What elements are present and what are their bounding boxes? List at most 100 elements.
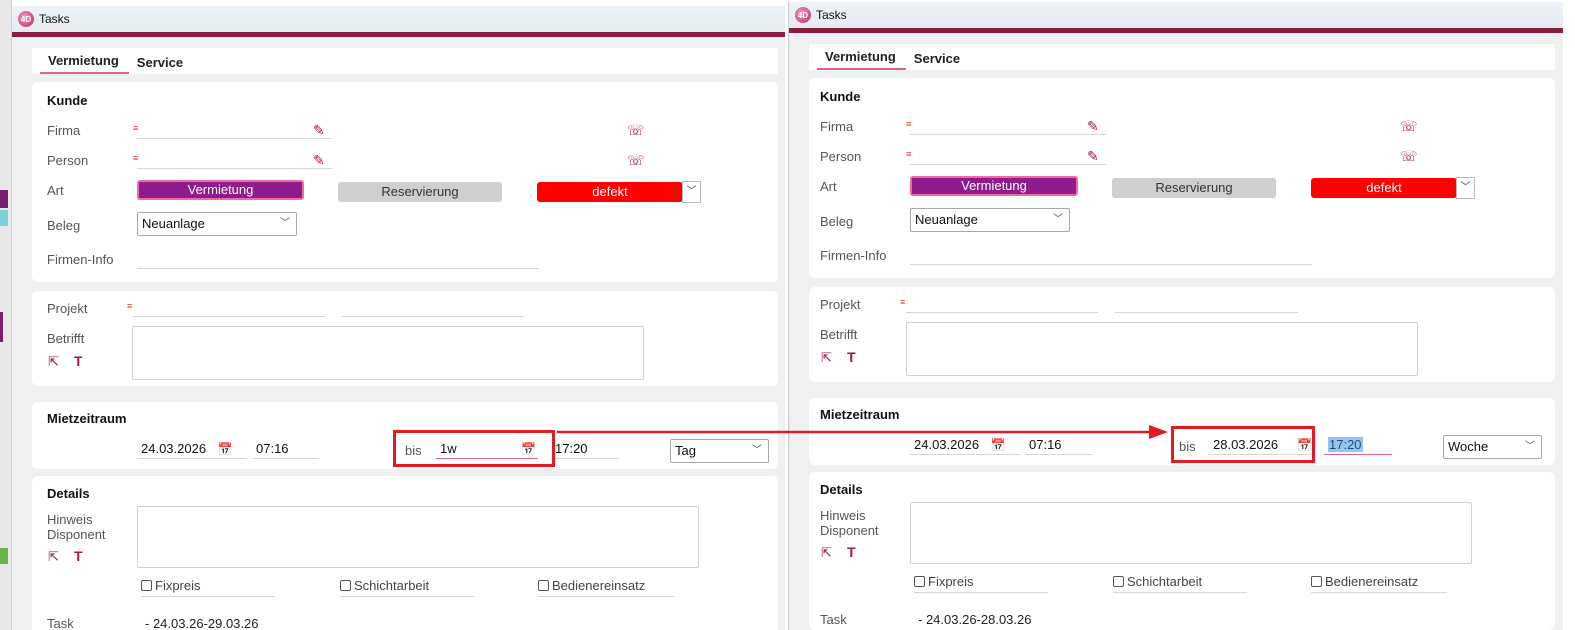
from-date-input[interactable]: 24.03.2026 📅 bbox=[137, 439, 247, 459]
fixpreis-label: Fixpreis bbox=[155, 578, 201, 593]
title-bar[interactable]: 4D Tasks bbox=[789, 2, 1563, 28]
calendar-icon[interactable]: 📅 bbox=[218, 442, 233, 456]
details-panel: Details Hinweis Disponent ⇱ T Fixpreis S… bbox=[32, 476, 778, 630]
art-reservierung-button[interactable]: Reservierung bbox=[338, 182, 502, 202]
text-format-icon[interactable]: T bbox=[847, 350, 856, 364]
projekt-input[interactable] bbox=[132, 297, 325, 317]
person-input[interactable] bbox=[137, 149, 332, 169]
schichtarbeit-checkbox[interactable]: Schichtarbeit bbox=[1113, 573, 1247, 593]
app-logo-icon: 4D bbox=[795, 7, 811, 23]
firma-label: Firma bbox=[47, 123, 81, 138]
window-title: Tasks bbox=[816, 8, 847, 22]
schichtarbeit-checkbox[interactable]: Schichtarbeit bbox=[340, 577, 474, 597]
unit-select[interactable]: Woche ﹀ bbox=[1443, 435, 1542, 459]
kunde-heading: Kunde bbox=[820, 89, 861, 104]
open-link-icon[interactable]: ⇱ bbox=[48, 550, 59, 564]
to-time-input[interactable]: 17:20 bbox=[551, 439, 619, 459]
fixpreis-checkbox[interactable]: Fixpreis bbox=[914, 573, 1048, 593]
task-value: - 24.03.26-28.03.26 bbox=[918, 612, 1032, 627]
hinweis-textarea[interactable] bbox=[137, 506, 699, 568]
edit-pencil-icon[interactable]: ✎ bbox=[313, 153, 325, 167]
to-time-value-selected: 17:20 bbox=[1328, 437, 1363, 452]
art-defekt-button[interactable]: defekt bbox=[537, 182, 683, 202]
edit-pencil-icon[interactable]: ✎ bbox=[1087, 149, 1099, 163]
task-value: - 24.03.26-29.03.26 bbox=[145, 616, 259, 630]
mietzeitraum-heading: Mietzeitraum bbox=[820, 407, 900, 422]
tab-bar: Vermietung Service bbox=[809, 44, 1555, 70]
art-dropdown-chevron-down-icon[interactable]: ﹀ bbox=[682, 181, 701, 203]
tab-service[interactable]: Service bbox=[906, 51, 970, 70]
text-format-icon[interactable]: T bbox=[74, 354, 83, 368]
tab-vermietung[interactable]: Vermietung bbox=[40, 53, 129, 74]
accent-bar bbox=[789, 28, 1563, 33]
from-date-value: 24.03.2026 bbox=[141, 441, 207, 456]
bedienereinsatz-checkbox[interactable]: Bedienereinsatz bbox=[1311, 573, 1447, 593]
phone-icon[interactable]: ☏ bbox=[627, 123, 645, 137]
from-time-input[interactable]: 07:16 bbox=[252, 439, 319, 459]
beleg-label: Beleg bbox=[47, 218, 81, 233]
firma-input[interactable] bbox=[137, 119, 332, 139]
from-time-input[interactable]: 07:16 bbox=[1025, 435, 1092, 455]
open-link-icon[interactable]: ⇱ bbox=[821, 546, 832, 560]
betrifft-label: Betrifft bbox=[47, 331, 85, 346]
art-label: Art bbox=[47, 183, 64, 198]
calendar-icon[interactable]: 📅 bbox=[991, 438, 1006, 452]
beleg-select[interactable]: Neuanlage ﹀ bbox=[137, 212, 297, 236]
bedienereinsatz-label: Bedienereinsatz bbox=[552, 578, 646, 593]
details-heading: Details bbox=[47, 486, 90, 501]
edit-pencil-icon[interactable]: ✎ bbox=[313, 123, 325, 137]
from-time-value: 07:16 bbox=[256, 441, 289, 456]
projekt-secondary-input[interactable] bbox=[1115, 293, 1298, 313]
firmen-info-label: Firmen-Info bbox=[47, 252, 114, 267]
firmen-info-input[interactable] bbox=[910, 245, 1312, 265]
person-label: Person bbox=[820, 149, 862, 164]
bedienereinsatz-label: Bedienereinsatz bbox=[1325, 574, 1419, 589]
details-heading: Details bbox=[820, 482, 863, 497]
art-reservierung-button[interactable]: Reservierung bbox=[1112, 178, 1276, 198]
phone-icon[interactable]: ☏ bbox=[627, 153, 645, 167]
from-date-value: 24.03.2026 bbox=[914, 437, 980, 452]
art-defekt-button[interactable]: defekt bbox=[1311, 178, 1457, 198]
highlight-box-input bbox=[393, 430, 555, 467]
fixpreis-label: Fixpreis bbox=[928, 574, 974, 589]
disponent-label: Disponent bbox=[820, 523, 879, 538]
art-dropdown-chevron-down-icon[interactable]: ﹀ bbox=[1456, 177, 1475, 199]
screenshot-stage: 4D Tasks Vermietung Service Kunde Firma … bbox=[0, 0, 1575, 630]
kunde-heading: Kunde bbox=[47, 93, 88, 108]
open-link-icon[interactable]: ⇱ bbox=[821, 351, 832, 365]
betrifft-textarea[interactable] bbox=[906, 322, 1418, 376]
text-format-icon[interactable]: T bbox=[847, 545, 856, 559]
art-vermietung-button[interactable]: Vermietung bbox=[910, 176, 1078, 196]
phone-icon[interactable]: ☏ bbox=[1400, 119, 1418, 133]
person-input[interactable] bbox=[910, 145, 1106, 165]
unit-select[interactable]: Tag ﹀ bbox=[670, 439, 769, 463]
open-link-icon[interactable]: ⇱ bbox=[48, 355, 59, 369]
text-format-icon[interactable]: T bbox=[74, 549, 83, 563]
schichtarbeit-label: Schichtarbeit bbox=[354, 578, 430, 593]
hinweis-textarea[interactable] bbox=[910, 502, 1472, 564]
betrifft-label: Betrifft bbox=[820, 327, 858, 342]
edit-pencil-icon[interactable]: ✎ bbox=[1087, 119, 1099, 133]
to-time-input-focused[interactable]: 17:20 bbox=[1324, 435, 1392, 455]
kunde-panel: Kunde Firma ≡ ✎ ☏ Person ≡ ✎ ☏ Art Vermi… bbox=[809, 78, 1555, 278]
tab-vermietung[interactable]: Vermietung bbox=[817, 49, 906, 70]
from-date-input[interactable]: 24.03.2026 📅 bbox=[910, 435, 1020, 455]
kunde-panel: Kunde Firma ≡ ✎ ☏ Person ≡ ✎ ☏ Art Vermi… bbox=[32, 82, 778, 282]
tab-service[interactable]: Service bbox=[129, 55, 193, 74]
title-bar[interactable]: 4D Tasks bbox=[12, 6, 785, 32]
schichtarbeit-label: Schichtarbeit bbox=[1127, 574, 1203, 589]
beleg-select[interactable]: Neuanlage ﹀ bbox=[910, 208, 1070, 232]
betrifft-textarea[interactable] bbox=[132, 326, 644, 380]
art-vermietung-button[interactable]: Vermietung bbox=[137, 180, 304, 200]
beleg-label: Beleg bbox=[820, 214, 854, 229]
phone-icon[interactable]: ☏ bbox=[1400, 149, 1418, 163]
projekt-secondary-input[interactable] bbox=[342, 297, 524, 317]
firmen-info-input[interactable] bbox=[137, 249, 539, 269]
chevron-down-icon: ﹀ bbox=[1525, 441, 1535, 452]
firma-input[interactable] bbox=[910, 115, 1106, 135]
fixpreis-checkbox[interactable]: Fixpreis bbox=[141, 577, 275, 597]
projekt-input[interactable] bbox=[906, 293, 1098, 313]
art-label: Art bbox=[820, 179, 837, 194]
bedienereinsatz-checkbox[interactable]: Bedienereinsatz bbox=[538, 577, 674, 597]
tasks-window-after: 4D Tasks Vermietung Service Kunde Firma … bbox=[788, 2, 1563, 630]
